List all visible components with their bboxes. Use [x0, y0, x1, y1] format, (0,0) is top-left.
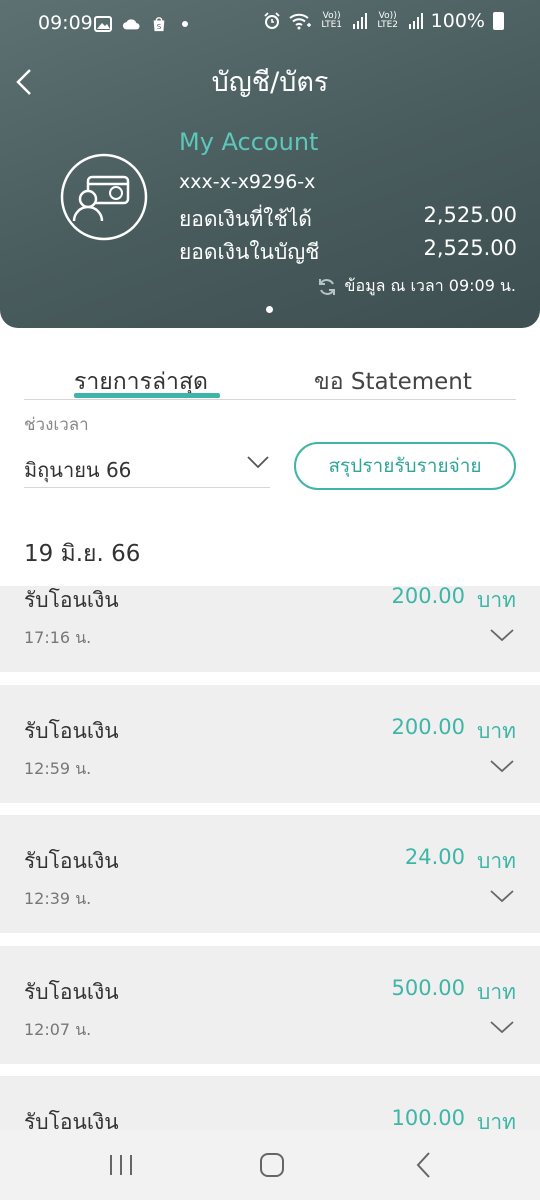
transaction-amount: 100.00 บาท [392, 1106, 516, 1130]
transaction-time: 12:07 น. [24, 1020, 92, 1039]
transaction-time: 12:59 น. [24, 759, 92, 778]
account-card-icon [60, 153, 148, 241]
status-bar: 09:09 S Vo)) LTE1 Vo)) LTE2 100% [0, 0, 540, 48]
tab-bar: รายการล่าสุด ขอ Statement [24, 360, 516, 400]
amount-value: 500.00 [391, 976, 466, 1000]
account-number: xxx-x-x9296-x [179, 171, 316, 193]
carousel-indicator [266, 306, 273, 313]
signal-icon [352, 13, 367, 29]
battery-icon [493, 12, 504, 30]
status-time: 09:09 [38, 12, 93, 34]
amount-value: 24.00 [404, 845, 466, 869]
currency-label: บาท [477, 980, 516, 1004]
notification-icons: S [94, 12, 188, 36]
transaction-title: รับโอนเงิน [24, 1110, 119, 1130]
date-heading: 19 มิ.ย. 66 [24, 541, 141, 567]
period-value: มิถุนายน 66 [24, 458, 132, 482]
sim1-label: Vo)) LTE1 [321, 11, 343, 30]
transaction-amount: 200.00 บาท [392, 715, 516, 748]
transaction-time: 12:39 น. [24, 889, 92, 908]
transaction-time: 17:16 น. [24, 628, 92, 647]
system-icons: Vo)) LTE1 Vo)) LTE2 100% [263, 10, 504, 32]
back-icon [416, 1152, 430, 1178]
sim2-label: Vo)) LTE2 [377, 11, 399, 30]
update-time-text: ข้อมูล ณ เวลา 09:09 น. [344, 276, 516, 295]
transaction-item[interactable]: รับโอนเงิน 500.00 บาท 12:07 น. [0, 946, 540, 1064]
transaction-item[interactable]: รับโอนเงิน 200.00 บาท 12:59 น. [0, 685, 540, 803]
account-header: 09:09 S Vo)) LTE1 Vo)) LTE2 100% บัญชี/บ… [0, 0, 540, 328]
available-balance-row: ยอดเงินที่ใช้ได้ 2,525.00 [179, 203, 517, 236]
transaction-item[interactable]: รับโอนเงิน 200.00 บาท 17:16 น. [0, 586, 540, 672]
active-tab-indicator [74, 393, 220, 398]
transaction-item[interactable]: รับโอนเงิน 24.00 บาท 12:39 น. [0, 815, 540, 933]
wifi-icon [289, 13, 311, 30]
recent-apps-icon [110, 1155, 132, 1175]
refresh-icon [318, 278, 335, 295]
transaction-amount: 24.00 บาท [405, 845, 516, 878]
chevron-down-icon[interactable] [490, 757, 514, 775]
transaction-title: รับโอนเงิน [24, 980, 119, 1004]
battery-percent: 100% [430, 10, 485, 32]
chevron-down-icon[interactable] [490, 887, 514, 905]
more-notifications-dot [182, 21, 188, 27]
chevron-down-icon[interactable] [490, 626, 514, 644]
transaction-item[interactable]: รับโอนเงิน 100.00 บาท [0, 1076, 540, 1130]
home-button[interactable] [252, 1150, 292, 1180]
shopee-icon: S [153, 17, 165, 32]
amount-value: 200.00 [391, 715, 466, 739]
svg-text:S: S [157, 22, 162, 31]
currency-label: บาท [477, 1110, 516, 1130]
gallery-icon [94, 16, 112, 32]
currency-label: บาท [477, 849, 516, 873]
recent-apps-button[interactable] [101, 1150, 141, 1180]
chevron-down-icon[interactable] [490, 1018, 514, 1036]
transaction-title: รับโอนเงิน [24, 588, 119, 612]
ledger-balance-label: ยอดเงินในบัญชี [179, 240, 320, 264]
transaction-title: รับโอนเงิน [24, 849, 119, 873]
tab-request-statement[interactable]: ขอ Statement [314, 364, 472, 400]
cloud-icon [122, 19, 140, 30]
home-icon [260, 1153, 284, 1177]
income-expense-summary-button[interactable]: สรุปรายรับรายจ่าย [294, 442, 516, 490]
system-navigation-bar [0, 1130, 540, 1200]
amount-value: 200.00 [391, 586, 466, 608]
signal-icon [408, 13, 423, 29]
transaction-amount: 200.00 บาท [392, 586, 516, 617]
update-info[interactable]: ข้อมูล ณ เวลา 09:09 น. [317, 274, 516, 299]
chevron-down-icon [247, 456, 269, 469]
transaction-title: รับโอนเงิน [24, 719, 119, 743]
currency-label: บาท [477, 588, 516, 612]
system-back-button[interactable] [404, 1150, 444, 1180]
available-balance-value: 2,525.00 [423, 203, 517, 227]
ledger-balance-row: ยอดเงินในบัญชี 2,525.00 [179, 236, 517, 269]
page-title: บัญชี/บัตร [211, 67, 329, 98]
account-name: My Account [179, 128, 319, 156]
period-label: ช่วงเวลา [24, 415, 89, 435]
alarm-icon [264, 12, 280, 29]
available-balance-label: ยอดเงินที่ใช้ได้ [179, 207, 312, 231]
currency-label: บาท [477, 719, 516, 743]
ledger-balance-value: 2,525.00 [423, 236, 517, 260]
period-dropdown[interactable]: มิถุนายน 66 [24, 444, 270, 488]
transaction-list[interactable]: รับโอนเงิน 200.00 บาท 17:16 น. รับโอนเงิน… [0, 586, 540, 1130]
amount-value: 100.00 [391, 1106, 466, 1130]
transaction-amount: 500.00 บาท [392, 976, 516, 1009]
